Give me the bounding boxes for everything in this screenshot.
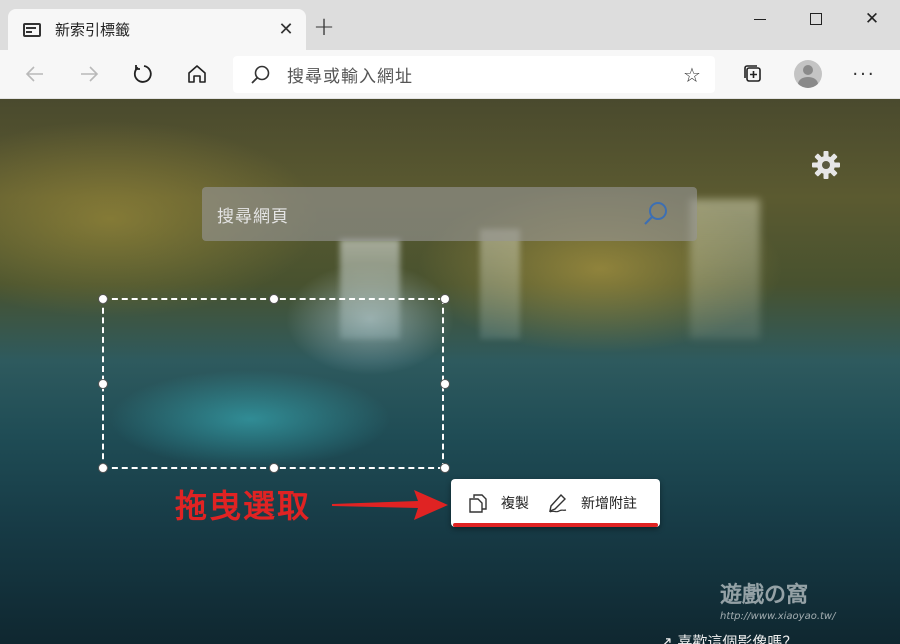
capture-action-menu: 複製 新增附註: [451, 479, 660, 527]
home-icon: [188, 65, 206, 83]
maximize-button[interactable]: [788, 0, 844, 38]
collections-icon: [744, 65, 761, 82]
favorite-star-icon[interactable]: ☆: [677, 60, 707, 90]
ink-pen-icon: [549, 493, 567, 513]
background-waterfall: [690, 199, 760, 339]
settings-more-button[interactable]: ···: [846, 56, 882, 92]
resize-handle[interactable]: [269, 463, 279, 473]
tab-title: 新索引標籤: [55, 21, 131, 39]
minimize-button[interactable]: [732, 0, 788, 38]
add-note-label: 新增附註: [581, 496, 637, 512]
web-capture-selection[interactable]: [98, 294, 450, 473]
resize-handle[interactable]: [440, 379, 450, 389]
new-tab-page-icon: [23, 22, 41, 37]
search-icon[interactable]: [641, 199, 671, 229]
new-tab-button[interactable]: +: [310, 12, 338, 42]
more-icon: ···: [852, 63, 876, 85]
gear-icon[interactable]: [810, 149, 842, 181]
copy-button[interactable]: 複製: [451, 479, 529, 527]
address-bar[interactable]: 搜尋或輸入網址 ☆: [233, 56, 715, 93]
resize-handle[interactable]: [98, 294, 108, 304]
tab-strip: 新索引標籤 ✕ + ✕: [0, 0, 900, 50]
minimize-icon: [754, 18, 766, 20]
forward-arrow-icon: [81, 66, 99, 82]
resize-handle[interactable]: [269, 294, 279, 304]
resize-handle[interactable]: [440, 463, 450, 473]
web-search-box[interactable]: 搜尋網頁: [202, 187, 697, 241]
home-button[interactable]: [179, 56, 215, 92]
annotation-label: 拖曳選取: [175, 487, 312, 525]
annotation-arrow-icon: [332, 490, 448, 520]
search-icon: [251, 65, 270, 84]
web-search-input[interactable]: 搜尋網頁: [217, 202, 641, 227]
resize-handle[interactable]: [98, 463, 108, 473]
window-close-button[interactable]: ✕: [844, 0, 900, 38]
new-tab-page: 搜尋網頁 拖曳選取 複製 新增附註 遊戲の窩 http://www.xiaoya…: [0, 99, 900, 644]
tab-close-button[interactable]: ✕: [272, 16, 300, 44]
profile-button[interactable]: [790, 56, 826, 92]
back-arrow-icon: [25, 66, 43, 82]
collections-button[interactable]: [735, 56, 771, 92]
background-waterfall: [480, 229, 520, 339]
maximize-icon: [810, 13, 822, 25]
watermark-logo: 遊戲の窩: [720, 583, 809, 608]
refresh-icon: [133, 65, 152, 83]
avatar: [794, 60, 822, 88]
watermark-url: http://www.xiaoyao.tw/: [720, 611, 836, 622]
resize-handle[interactable]: [98, 379, 108, 389]
copy-icon: [469, 494, 487, 513]
like-image-link[interactable]: ↗ 喜歡這個影像嗎？: [660, 631, 797, 644]
annotation-underline: [453, 523, 658, 527]
tab-new-tab[interactable]: 新索引標籤 ✕: [8, 9, 306, 50]
refresh-button[interactable]: [125, 56, 161, 92]
copy-label: 複製: [501, 496, 529, 512]
address-input[interactable]: 搜尋或輸入網址: [287, 62, 677, 87]
back-button[interactable]: [17, 56, 53, 92]
resize-handle[interactable]: [440, 294, 450, 304]
add-note-button[interactable]: 新增附註: [529, 479, 637, 527]
forward-button[interactable]: [71, 56, 107, 92]
browser-toolbar: 搜尋或輸入網址 ☆ ···: [0, 50, 900, 99]
